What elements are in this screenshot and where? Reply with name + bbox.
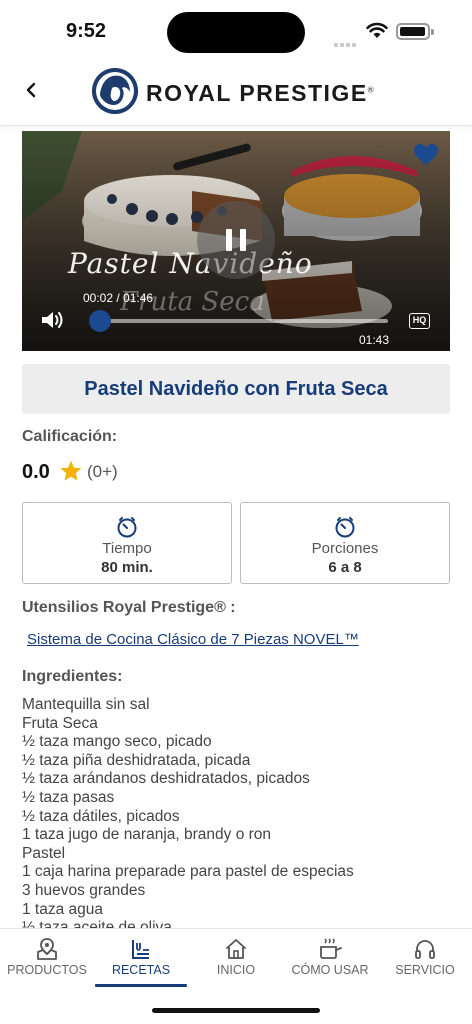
battery-icon <box>396 23 434 40</box>
back-chevron-icon[interactable] <box>20 76 48 104</box>
ingredient-item: Pastel <box>22 844 66 862</box>
timer-icon <box>117 517 137 538</box>
ingredient-item: 1 taza jugo de naranja, brandy o ron <box>22 826 272 844</box>
portions-info-card: Porciones 6 a 8 <box>240 502 450 584</box>
tab-inicio[interactable]: INICIO <box>189 929 283 987</box>
pause-button[interactable] <box>197 201 275 279</box>
tab-label: CÓMO USAR <box>291 963 369 977</box>
tab-label: SERVICIO <box>395 963 455 977</box>
brand-name: ROYAL PRESTIGE® <box>146 80 376 106</box>
ingredient-item: ½ taza mango seco, picado <box>22 733 212 751</box>
ingredient-item: ½ taza pasas <box>22 788 115 806</box>
tab-label: RECETAS <box>111 963 171 977</box>
ingredient-item: ½ taza dátiles, picados <box>22 807 180 825</box>
tab-servicio[interactable]: SERVICIO <box>378 929 472 987</box>
ingredient-item: Fruta Seca <box>22 714 98 732</box>
dynamic-island <box>167 12 305 53</box>
home-icon <box>226 939 246 959</box>
video-elapsed-overlay: 00:02 / 01:46 <box>83 291 154 305</box>
pause-icon <box>226 229 232 251</box>
timer-icon <box>335 517 355 538</box>
video-progress-track[interactable] <box>94 319 388 323</box>
ingredient-item: 3 huevos grandes <box>22 881 146 899</box>
ingredient-item: ½ taza aceite de oliva <box>22 919 172 928</box>
ingredient-item: ½ taza piña deshidratada, picada <box>22 751 251 769</box>
star-icon[interactable] <box>59 459 83 483</box>
portions-label: Porciones <box>311 540 379 557</box>
tab-recetas[interactable]: RECETAS <box>94 929 188 987</box>
app-header: ROYAL PRESTIGE® <box>0 62 472 126</box>
lion-logo-icon <box>92 68 138 114</box>
video-overlay-title: Pastel Navideño <box>68 247 313 280</box>
recipes-icon <box>132 940 149 959</box>
tab-label: INICIO <box>216 963 256 977</box>
utensil-product-link[interactable]: Sistema de Cocina Clásico de 7 Piezas NO… <box>27 631 359 648</box>
cellular-signal-icon <box>334 34 358 52</box>
tab-productos[interactable]: PRODUCTOS <box>0 929 94 987</box>
favorite-heart-icon[interactable] <box>413 143 439 167</box>
tab-label: PRODUCTOS <box>7 963 87 977</box>
tab-como-usar[interactable]: CÓMO USAR <box>283 929 377 987</box>
portions-value: 6 a 8 <box>328 559 362 576</box>
ingredients-list: Mantequilla sin sal Fruta Seca ½ taza mang… <box>22 696 450 928</box>
home-indicator <box>152 1008 320 1013</box>
volume-icon[interactable] <box>40 309 64 331</box>
video-remaining-time: 01:43 <box>359 333 390 347</box>
time-label: Tiempo <box>102 540 152 557</box>
status-bar: 9:52 <box>0 0 472 62</box>
video-scrubber-handle[interactable] <box>88 310 111 332</box>
recipe-title: Pastel Navideño con Fruta Seca <box>22 364 450 414</box>
rating-value: 0.0 <box>22 461 50 483</box>
time-value: 80 min. <box>101 559 153 576</box>
headset-icon <box>415 940 435 959</box>
rating-label: Calificación: <box>22 428 118 445</box>
ingredient-item: Mantequilla sin sal <box>22 696 150 713</box>
cooking-pot-icon <box>320 938 342 959</box>
ingredient-item: 1 taza agua <box>22 900 104 918</box>
ingredients-label: Ingredientes: <box>22 668 123 685</box>
rating-count: (0+) <box>87 462 118 481</box>
utensils-label: Utensilios Royal Prestige® : <box>22 599 236 616</box>
ingredient-item: ½ taza arándanos deshidratados, picados <box>22 770 310 788</box>
hq-quality-button[interactable]: HQ <box>409 313 430 329</box>
wifi-icon <box>366 22 388 38</box>
recipe-video-player[interactable]: Pastel Navideño Fruta Seca 00:02 / 01:46… <box>22 131 450 351</box>
status-time: 9:52 <box>66 20 107 42</box>
product-box-icon <box>37 938 57 960</box>
ingredient-item: 1 caja harina preparade para pastel de e… <box>22 863 354 881</box>
time-info-card: Tiempo 80 min. <box>22 502 232 584</box>
